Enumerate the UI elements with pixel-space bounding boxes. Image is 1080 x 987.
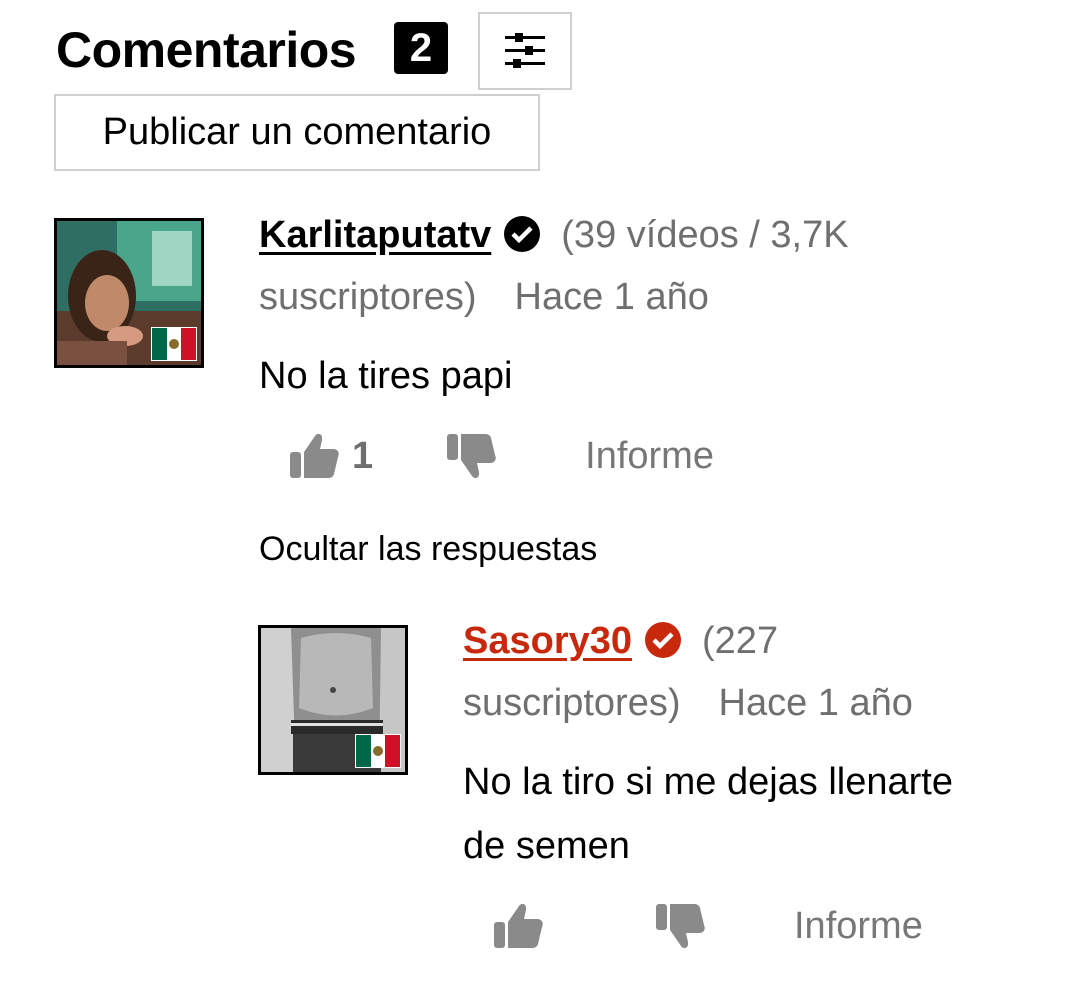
like-count: 1 <box>352 434 374 477</box>
reply-time: Hace 1 año <box>718 682 913 724</box>
comment-user-stats-2: suscriptores) <box>259 276 477 318</box>
report-link[interactable]: Informe <box>585 435 714 478</box>
sort-filter-button[interactable] <box>478 12 572 90</box>
comment-user-stats: (39 vídeos / 3,7K <box>561 214 849 256</box>
post-comment-button[interactable]: Publicar un comentario <box>54 94 540 171</box>
verified-check-icon <box>504 216 541 252</box>
reply-text-line1: No la tiro si me dejas llenarte <box>463 761 953 803</box>
sliders-icon <box>505 33 545 68</box>
thumbs-up-icon[interactable] <box>288 430 340 482</box>
reply-avatar[interactable] <box>258 625 408 775</box>
reply-text-line2: de semen <box>463 825 630 867</box>
comment-text: No la tires papi <box>259 355 513 397</box>
thumbs-up-icon[interactable] <box>492 900 544 952</box>
comment-actions: 1 Informe <box>288 426 714 486</box>
reply-user-stats-2: suscriptores) <box>463 682 681 724</box>
avatar[interactable] <box>54 218 204 368</box>
comment-count-badge: 2 <box>394 22 448 74</box>
mexico-flag-icon <box>151 327 197 361</box>
reply-actions: Informe <box>492 896 923 956</box>
reply-username[interactable]: Sasory30 <box>463 620 632 662</box>
comments-title: Comentarios <box>56 22 357 78</box>
thumbs-down-icon[interactable] <box>654 900 706 952</box>
thumbs-down-icon[interactable] <box>445 430 497 482</box>
comment-meta: Karlitaputatv (39 vídeos / 3,7K suscripto… <box>259 204 1039 328</box>
reply-text: No la tiro si me dejas llenarte de semen <box>463 750 953 878</box>
comment-username[interactable]: Karlitaputatv <box>259 214 491 256</box>
hide-replies-link[interactable]: Ocultar las respuestas <box>259 527 597 571</box>
mexico-flag-icon <box>355 734 401 768</box>
reply-user-stats: (227 <box>702 620 779 662</box>
comment-time: Hace 1 año <box>514 276 709 318</box>
verified-check-icon <box>645 622 682 658</box>
report-link[interactable]: Informe <box>794 905 923 948</box>
reply-meta: Sasory30 (227 suscriptores) Hace 1 año <box>463 610 1053 734</box>
